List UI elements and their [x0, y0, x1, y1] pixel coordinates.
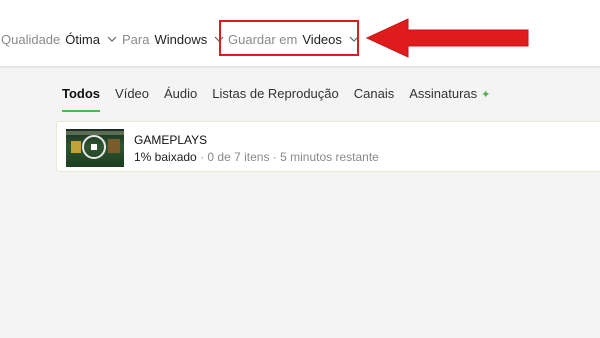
download-item[interactable]: GAMEPLAYS 1% baixado · 0 de 7 itens · 5 …: [56, 121, 600, 172]
tab-subscriptions-label: Assinaturas: [409, 86, 478, 101]
tab-all[interactable]: Todos: [62, 86, 101, 112]
chevron-down-icon: [107, 36, 117, 42]
tab-playlists[interactable]: Listas de Reprodução: [212, 86, 338, 110]
download-options-bar: Qualidade Ótima Para Windows Guardar em …: [0, 0, 600, 67]
quality-value: Ótima: [65, 32, 100, 47]
tab-channels[interactable]: Canais: [354, 86, 394, 110]
annotation-arrow-icon: [365, 18, 529, 58]
quality-dropdown[interactable]: Qualidade Ótima: [1, 32, 117, 47]
sparkle-icon: ✦: [481, 89, 491, 101]
download-status: 1% baixado · 0 de 7 itens · 5 minutos re…: [134, 150, 379, 164]
category-tabs: Todos Vídeo Áudio Listas de Reprodução C…: [62, 86, 505, 112]
platform-label: Para: [122, 32, 150, 47]
video-thumbnail: [66, 129, 124, 167]
tab-video[interactable]: Vídeo: [115, 86, 149, 110]
download-progress: 1% baixado: [134, 150, 197, 164]
download-remaining-time: 5 minutos restante: [280, 150, 379, 164]
tab-subscriptions[interactable]: Assinaturas ✦: [409, 86, 490, 110]
tab-audio[interactable]: Áudio: [164, 86, 197, 110]
annotation-highlight-box: [219, 20, 359, 56]
download-title: GAMEPLAYS: [134, 133, 208, 147]
stop-icon[interactable]: [91, 144, 97, 150]
quality-label: Qualidade: [1, 32, 61, 47]
platform-dropdown[interactable]: Para Windows: [122, 32, 224, 47]
platform-value: Windows: [154, 32, 208, 47]
download-items-count: 0 de 7 itens: [207, 150, 270, 164]
